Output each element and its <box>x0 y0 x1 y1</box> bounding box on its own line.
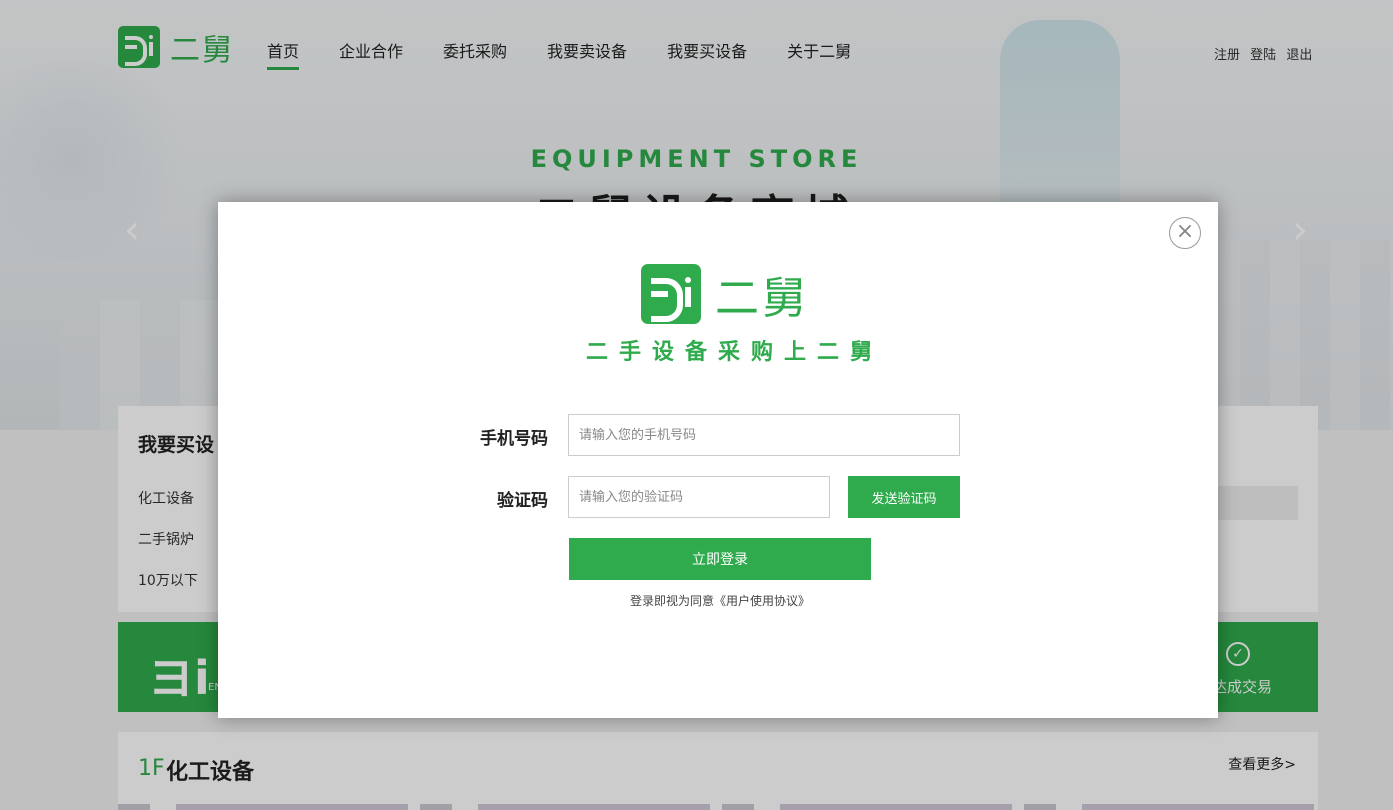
phone-input[interactable] <box>568 414 960 456</box>
phone-label: 手机号码 <box>480 429 548 449</box>
modal-slogan: 二手设备采购上二舅 <box>586 340 884 365</box>
modal-logo-text: 二舅 <box>715 273 809 324</box>
modal-logo-icon <box>641 264 701 324</box>
agreement-link[interactable]: 登录即视为同意《用户使用协议》 <box>569 592 871 609</box>
login-button[interactable]: 立即登录 <box>569 538 871 580</box>
verification-code-input[interactable] <box>568 476 830 518</box>
code-label: 验证码 <box>497 491 548 511</box>
send-code-button[interactable]: 发送验证码 <box>848 476 960 518</box>
modal-logo: 二舅 <box>641 262 809 326</box>
login-modal: × 二舅 二手设备采购上二舅 手机号码 验证码 发送验证码 立即登录 登录即视为… <box>218 202 1218 718</box>
close-icon[interactable]: × <box>1169 217 1201 249</box>
